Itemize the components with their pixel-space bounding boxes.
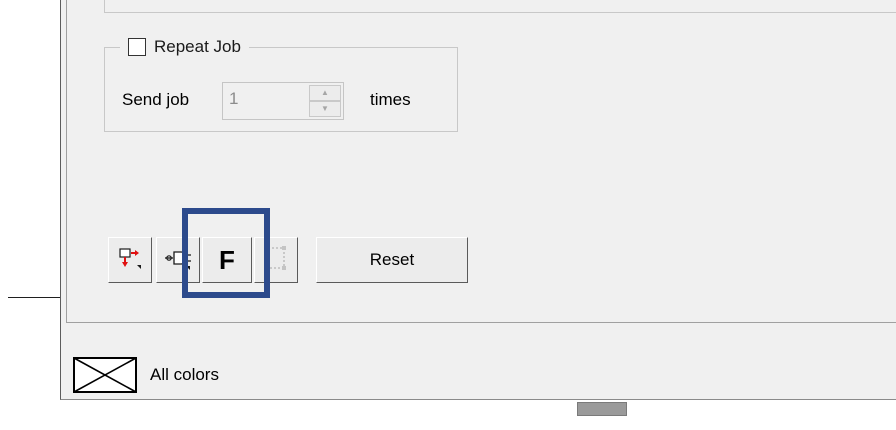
times-label: times	[370, 90, 411, 109]
send-job-label: Send job	[122, 90, 190, 109]
stepper-down-button[interactable]: ▼	[309, 101, 341, 117]
reset-label: Reset	[369, 250, 415, 269]
repeat-job-checkbox[interactable]	[128, 38, 146, 56]
repeat-count-value: 1	[229, 89, 239, 108]
reset-button[interactable]: Reset	[316, 237, 468, 283]
stepper-buttons: ▲ ▼	[309, 85, 341, 117]
move-down-button[interactable]	[108, 237, 152, 283]
repeat-count-stepper[interactable]: 1 ▲ ▼	[222, 82, 344, 120]
top-groupbox	[104, 0, 896, 13]
repeat-job-legend: Repeat Job	[120, 35, 249, 59]
all-colors-label: All colors	[150, 365, 219, 384]
external-line	[8, 297, 60, 298]
stepper-up-button[interactable]: ▲	[309, 85, 341, 101]
repeat-job-label[interactable]: Repeat Job	[154, 37, 241, 57]
resize-grip[interactable]	[577, 402, 627, 416]
highlight-box	[182, 208, 270, 298]
move-down-icon	[117, 245, 143, 276]
no-color-swatch-icon	[72, 356, 138, 394]
